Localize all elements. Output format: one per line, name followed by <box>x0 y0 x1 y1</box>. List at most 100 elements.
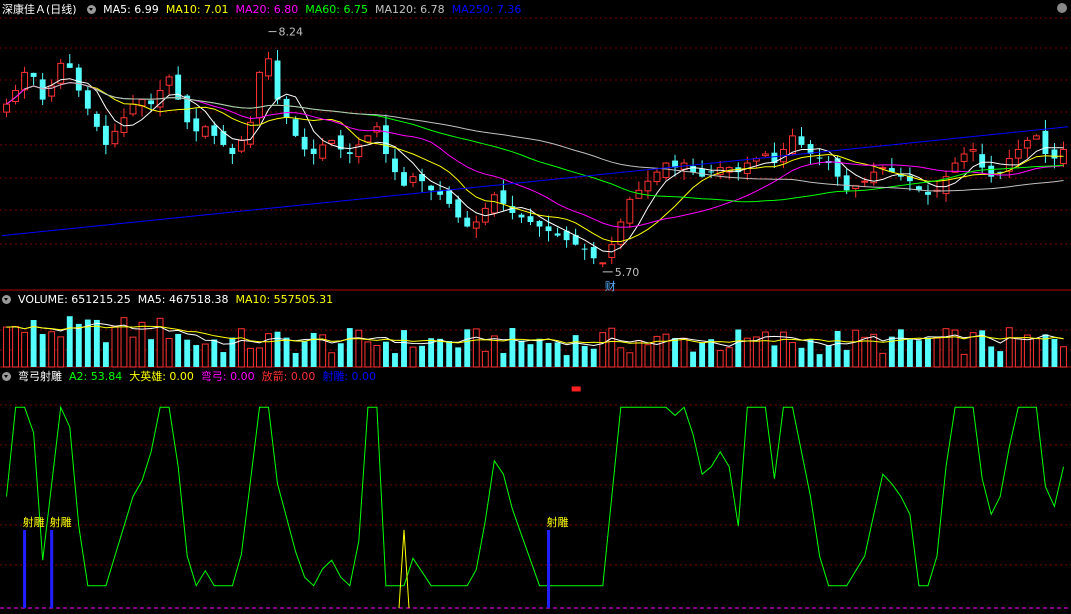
candle-body-102 <box>925 191 931 195</box>
ma-legend-0: MA5: 6.99 <box>103 3 159 16</box>
candle-body-25 <box>229 147 236 154</box>
candle-body-11 <box>102 125 109 145</box>
volume-menu-icon[interactable] <box>2 295 11 304</box>
candle-body-76 <box>690 165 697 173</box>
volume-bar-30 <box>274 331 281 367</box>
volume-bar-103 <box>933 337 941 368</box>
candle-body-55 <box>500 190 507 204</box>
volume-bar-73 <box>662 333 670 368</box>
volume-bar-93 <box>843 349 850 367</box>
hero-spike <box>398 529 410 609</box>
volume-bar-106 <box>960 353 968 368</box>
volume-bar-12 <box>111 325 119 368</box>
candle-body-8 <box>75 67 82 91</box>
volume-bar-14 <box>129 336 137 368</box>
volume-bar-81 <box>735 329 742 367</box>
volume-bar-20 <box>184 339 191 367</box>
candle-body-59 <box>536 220 543 227</box>
volume-bar-95 <box>861 336 869 368</box>
candle-body-112 <box>1014 148 1022 159</box>
volume-bar-116 <box>1051 338 1058 367</box>
close-icon[interactable] <box>1057 3 1067 13</box>
volume-bar-6 <box>57 336 65 368</box>
volume-bar-85 <box>771 345 778 367</box>
volume-bar-79 <box>716 349 724 368</box>
volume-bar-99 <box>897 329 904 367</box>
candle-body-77 <box>699 168 706 177</box>
volume-bar-60 <box>545 342 552 367</box>
candle-body-45 <box>409 176 417 183</box>
a2-line <box>6 405 1064 587</box>
candle-body-32 <box>292 119 299 136</box>
volume-bar-48 <box>437 338 444 367</box>
candle-body-26 <box>237 139 245 152</box>
volume-bar-36 <box>328 352 336 368</box>
volume-bar-80 <box>725 347 733 368</box>
shoot-signal-label-2: 射雕 <box>23 515 45 529</box>
panel-menu-icon[interactable] <box>87 5 97 14</box>
volume-bar-111 <box>1005 327 1013 368</box>
ma-legend-1: MA10: 7.01 <box>165 3 229 16</box>
candle-body-73 <box>662 162 670 179</box>
candle-body-30 <box>274 60 281 100</box>
ma250-line <box>1 126 1069 237</box>
candle-body-41 <box>373 126 381 133</box>
volume-bar-23 <box>211 339 218 367</box>
volume-bar-104 <box>942 328 950 368</box>
volume-bar-82 <box>743 337 751 368</box>
volume-bar-55 <box>500 352 507 367</box>
volume-bar-100 <box>906 339 913 367</box>
candle-body-107 <box>969 148 977 152</box>
volume-bar-89 <box>807 338 814 367</box>
candle-body-0 <box>3 103 10 113</box>
shoot-signal-label-0: 射雕 <box>50 515 72 529</box>
volume-bar-59 <box>536 338 543 367</box>
volume-ma5-line <box>6 322 1064 347</box>
candle-body-64 <box>581 248 588 250</box>
candle-body-115 <box>1042 130 1049 154</box>
volume-bar-32 <box>292 352 299 367</box>
indicator-legend-0: A2: 53.84 <box>69 370 123 383</box>
candle-body-58 <box>527 216 534 222</box>
candle-body-7 <box>66 63 73 68</box>
candle-body-23 <box>211 125 218 136</box>
volume-bar-4 <box>39 334 46 367</box>
volume-bar-76 <box>690 351 697 367</box>
candle-body-38 <box>346 152 353 154</box>
candle-body-44 <box>401 172 407 186</box>
volume-bar-26 <box>237 328 245 368</box>
volume-bar-62 <box>563 355 570 367</box>
candle-body-9 <box>84 90 91 109</box>
volume-bar-46 <box>419 345 426 367</box>
candle-body-66 <box>599 262 607 265</box>
volume-bar-8 <box>75 323 82 367</box>
volume-bar-0 <box>3 326 10 368</box>
indicator-legend-4: 射雕: 0.00 <box>322 370 377 383</box>
volume-bar-39 <box>355 329 363 368</box>
candle-body-28 <box>256 71 263 119</box>
volume-bar-5 <box>48 331 56 368</box>
volume-bar-117 <box>1060 346 1067 368</box>
indicator-panel-header: 弯弓射雕 A2: 53.84 大英雄: 0.00 弯弓: 0.00 放箭: 0.00 射雕… <box>2 369 390 385</box>
volume-bar-18 <box>165 337 173 368</box>
candle-body-36 <box>328 139 336 144</box>
volume-bar-37 <box>337 343 344 367</box>
stock-name: 深康佳Ａ <box>2 3 46 16</box>
volume-bar-69 <box>626 352 634 368</box>
volume-bar-17 <box>156 317 164 368</box>
candle-body-95 <box>861 180 869 183</box>
candle-body-40 <box>364 135 372 143</box>
candle-body-108 <box>979 154 986 168</box>
candle-body-14 <box>129 103 137 115</box>
volume-bar-101 <box>916 340 922 367</box>
candle-body-71 <box>644 180 652 192</box>
ma-legend-3: MA60: 6.75 <box>305 3 368 16</box>
indicator-legend-1: 大英雄: 0.00 <box>129 370 194 383</box>
volume-bar-91 <box>825 345 832 367</box>
volume-bar-31 <box>283 337 290 367</box>
ma20-line <box>6 82 1064 228</box>
indicator-menu-icon[interactable] <box>2 372 11 381</box>
ma-legend-5: MA250: 7.36 <box>451 3 522 16</box>
volume-bar-19 <box>175 333 182 367</box>
indicator-legend-2: 弯弓: 0.00 <box>200 370 255 383</box>
